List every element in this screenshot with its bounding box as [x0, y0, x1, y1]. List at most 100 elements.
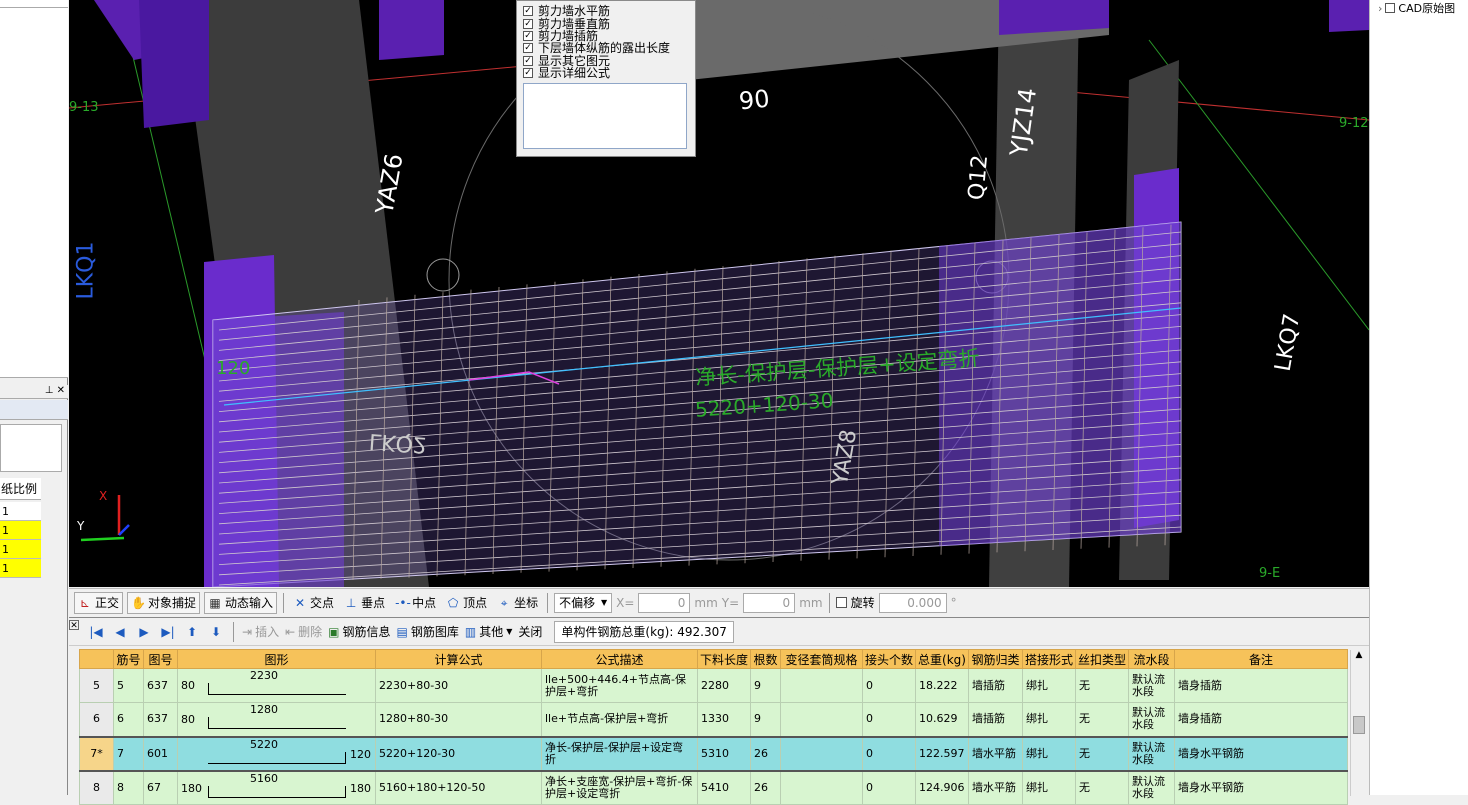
table-cell[interactable]: 9 — [750, 668, 782, 703]
scroll-thumb[interactable] — [1353, 716, 1365, 734]
table-cell[interactable]: lle+500+446.4+节点高-保护层+弯折 — [541, 668, 698, 703]
table-cell[interactable]: 7 — [113, 735, 144, 772]
rebar-shape-cell[interactable]: 5220 120 — [177, 735, 376, 772]
x-input[interactable]: 0 — [638, 592, 691, 613]
table-cell[interactable]: 无 — [1074, 702, 1130, 737]
table-cell[interactable]: 26 — [750, 770, 782, 805]
scale-value[interactable]: 1 — [0, 540, 41, 559]
table-cell[interactable]: 10.629 — [915, 702, 969, 737]
left-panel-pin-bar[interactable]: ⊥ ✕ — [0, 385, 68, 399]
delete-button[interactable]: ⇤ 删除 — [285, 623, 322, 640]
table-cell[interactable]: 5410 — [696, 770, 752, 805]
rebar-shape-cell[interactable]: 80 2230 — [177, 668, 376, 703]
coordinate-snap[interactable]: ⌖ 坐标 — [494, 592, 541, 614]
pin-icon[interactable]: ⊥ — [45, 385, 54, 396]
close-button[interactable]: 关闭 — [518, 623, 542, 640]
rebar-shape-cell[interactable]: 80 1280 — [177, 702, 376, 737]
chevron-right-icon[interactable]: › — [1378, 2, 1382, 15]
table-cell[interactable]: 601 — [143, 735, 178, 772]
object-snap-toggle[interactable]: ✋ 对象捕捉 — [127, 591, 201, 614]
table-cell[interactable]: 墙水平筋 — [967, 735, 1023, 772]
table-cell[interactable]: 5220+120-30 — [375, 735, 542, 772]
column-header[interactable]: 筋号 — [113, 649, 144, 669]
column-header[interactable]: 变径套筒规格 — [780, 649, 864, 669]
prev-record-icon[interactable]: ◀ — [111, 625, 129, 639]
table-cell[interactable]: 6 — [79, 702, 114, 737]
table-cell[interactable]: 5 — [79, 668, 114, 703]
intersection-snap[interactable]: ✕ 交点 — [290, 592, 337, 614]
column-header[interactable]: 接头个数 — [862, 649, 917, 669]
checkbox-checked-icon[interactable]: ✓ — [523, 30, 533, 41]
table-cell[interactable]: 墙身水平钢筋 — [1174, 770, 1348, 805]
table-cell[interactable]: 0 — [862, 668, 917, 703]
ortho-toggle[interactable]: ⊾ 正交 — [74, 591, 124, 614]
table-cell[interactable]: 67 — [143, 770, 178, 805]
table-cell[interactable]: 18.222 — [915, 668, 969, 703]
offset-select[interactable]: 不偏移 ▼ — [554, 592, 613, 613]
table-cell[interactable]: 绑扎 — [1021, 735, 1076, 772]
column-header[interactable]: 图号 — [143, 649, 178, 669]
column-header[interactable]: 搭接形式 — [1021, 649, 1076, 669]
table-cell[interactable]: 2280 — [696, 668, 752, 703]
table-cell[interactable]: 0 — [862, 770, 917, 805]
table-cell[interactable] — [780, 668, 864, 703]
table-cell[interactable]: 默认流水段 — [1128, 770, 1175, 805]
scale-value[interactable]: 1 — [0, 559, 41, 578]
rebar-library-button[interactable]: ▤ 钢筋图库 — [397, 623, 459, 640]
column-header[interactable]: 钢筋归类 — [967, 649, 1023, 669]
table-cell[interactable]: 9 — [750, 702, 782, 737]
table-cell[interactable]: 637 — [143, 702, 178, 737]
checkbox-checked-icon[interactable]: ✓ — [523, 6, 533, 17]
move-up-icon[interactable]: ⬆ — [183, 625, 201, 639]
table-cell[interactable]: 无 — [1074, 770, 1130, 805]
insert-button[interactable]: ⇥ 插入 — [242, 623, 279, 640]
column-header[interactable]: 计算公式 — [375, 649, 542, 669]
table-cell[interactable]: 墙水平筋 — [967, 770, 1023, 805]
table-cell[interactable]: 墙插筋 — [967, 702, 1023, 737]
midpoint-snap[interactable]: -•- 中点 — [392, 592, 439, 614]
table-cell[interactable]: 墙身插筋 — [1174, 668, 1348, 703]
checkbox-checked-icon[interactable]: ✓ — [523, 55, 533, 66]
rotate-input[interactable]: 0.000 — [878, 592, 947, 613]
scale-value[interactable]: 1 — [0, 502, 41, 521]
table-cell[interactable]: 5310 — [696, 735, 752, 772]
table-scrollbar[interactable]: ▲ — [1350, 650, 1367, 796]
first-record-icon[interactable]: |◀ — [87, 625, 105, 639]
checkbox-row[interactable]: ✓ 剪力墙水平筋 — [523, 5, 689, 17]
table-cell[interactable]: 1330 — [696, 702, 752, 737]
checkbox-checked-icon[interactable]: ✓ — [523, 68, 533, 79]
rebar-info-button[interactable]: ▣ 钢筋信息 — [328, 623, 390, 640]
table-row[interactable]: 5 5 637 80 2230 2230+80-30 lle+500+446.4+节点高-保… — [79, 668, 1348, 703]
table-cell[interactable]: 墙插筋 — [967, 668, 1023, 703]
column-header[interactable]: 总重(kg) — [915, 649, 969, 669]
table-cell[interactable] — [780, 735, 864, 772]
rebar-shape-cell[interactable]: 180 5160 180 — [177, 770, 376, 805]
table-cell[interactable]: 绑扎 — [1021, 668, 1076, 703]
rotate-checkbox-icon[interactable] — [835, 597, 847, 608]
vertex-snap[interactable]: ⬠ 顶点 — [443, 592, 490, 614]
table-cell[interactable]: 绑扎 — [1021, 702, 1076, 737]
perpendicular-snap[interactable]: ⊥ 垂点 — [341, 592, 388, 614]
column-header[interactable]: 流水段 — [1128, 649, 1175, 669]
table-cell[interactable]: 5160+180+120-50 — [375, 770, 542, 805]
table-cell[interactable]: 1280+80-30 — [375, 702, 542, 737]
table-cell[interactable]: 墙身插筋 — [1174, 702, 1348, 737]
y-input[interactable]: 0 — [743, 592, 796, 613]
table-cell[interactable]: 8 — [79, 770, 114, 805]
column-header[interactable]: 公式描述 — [541, 649, 698, 669]
table-row[interactable]: 7* 7 601 5220 120 5220+120-30 净长-保护层-保护层+设定弯折 5… — [79, 735, 1348, 772]
table-row[interactable]: 8 8 67 180 5160 180 5160+180+120-50 净长+支座宽-保护层+… — [79, 770, 1348, 805]
scale-value[interactable]: 1 — [0, 521, 41, 540]
left-panel-tab[interactable] — [0, 400, 68, 420]
table-cell[interactable]: 26 — [750, 735, 782, 772]
table-cell[interactable]: 7* — [79, 735, 114, 772]
column-header[interactable]: 下料长度 — [696, 649, 752, 669]
table-cell[interactable] — [780, 770, 864, 805]
table-cell[interactable]: 5 — [113, 668, 144, 703]
table-cell[interactable]: 0 — [862, 702, 917, 737]
dynamic-input-toggle[interactable]: ▦ 动态输入 — [204, 591, 278, 614]
table-cell[interactable]: 净长+支座宽-保护层+弯折-保护层+设定弯折 — [541, 770, 698, 805]
table-cell[interactable]: 124.906 — [915, 770, 969, 805]
checkbox-row[interactable]: ✓ 显示详细公式 — [523, 67, 689, 79]
table-cell[interactable]: 绑扎 — [1021, 770, 1076, 805]
